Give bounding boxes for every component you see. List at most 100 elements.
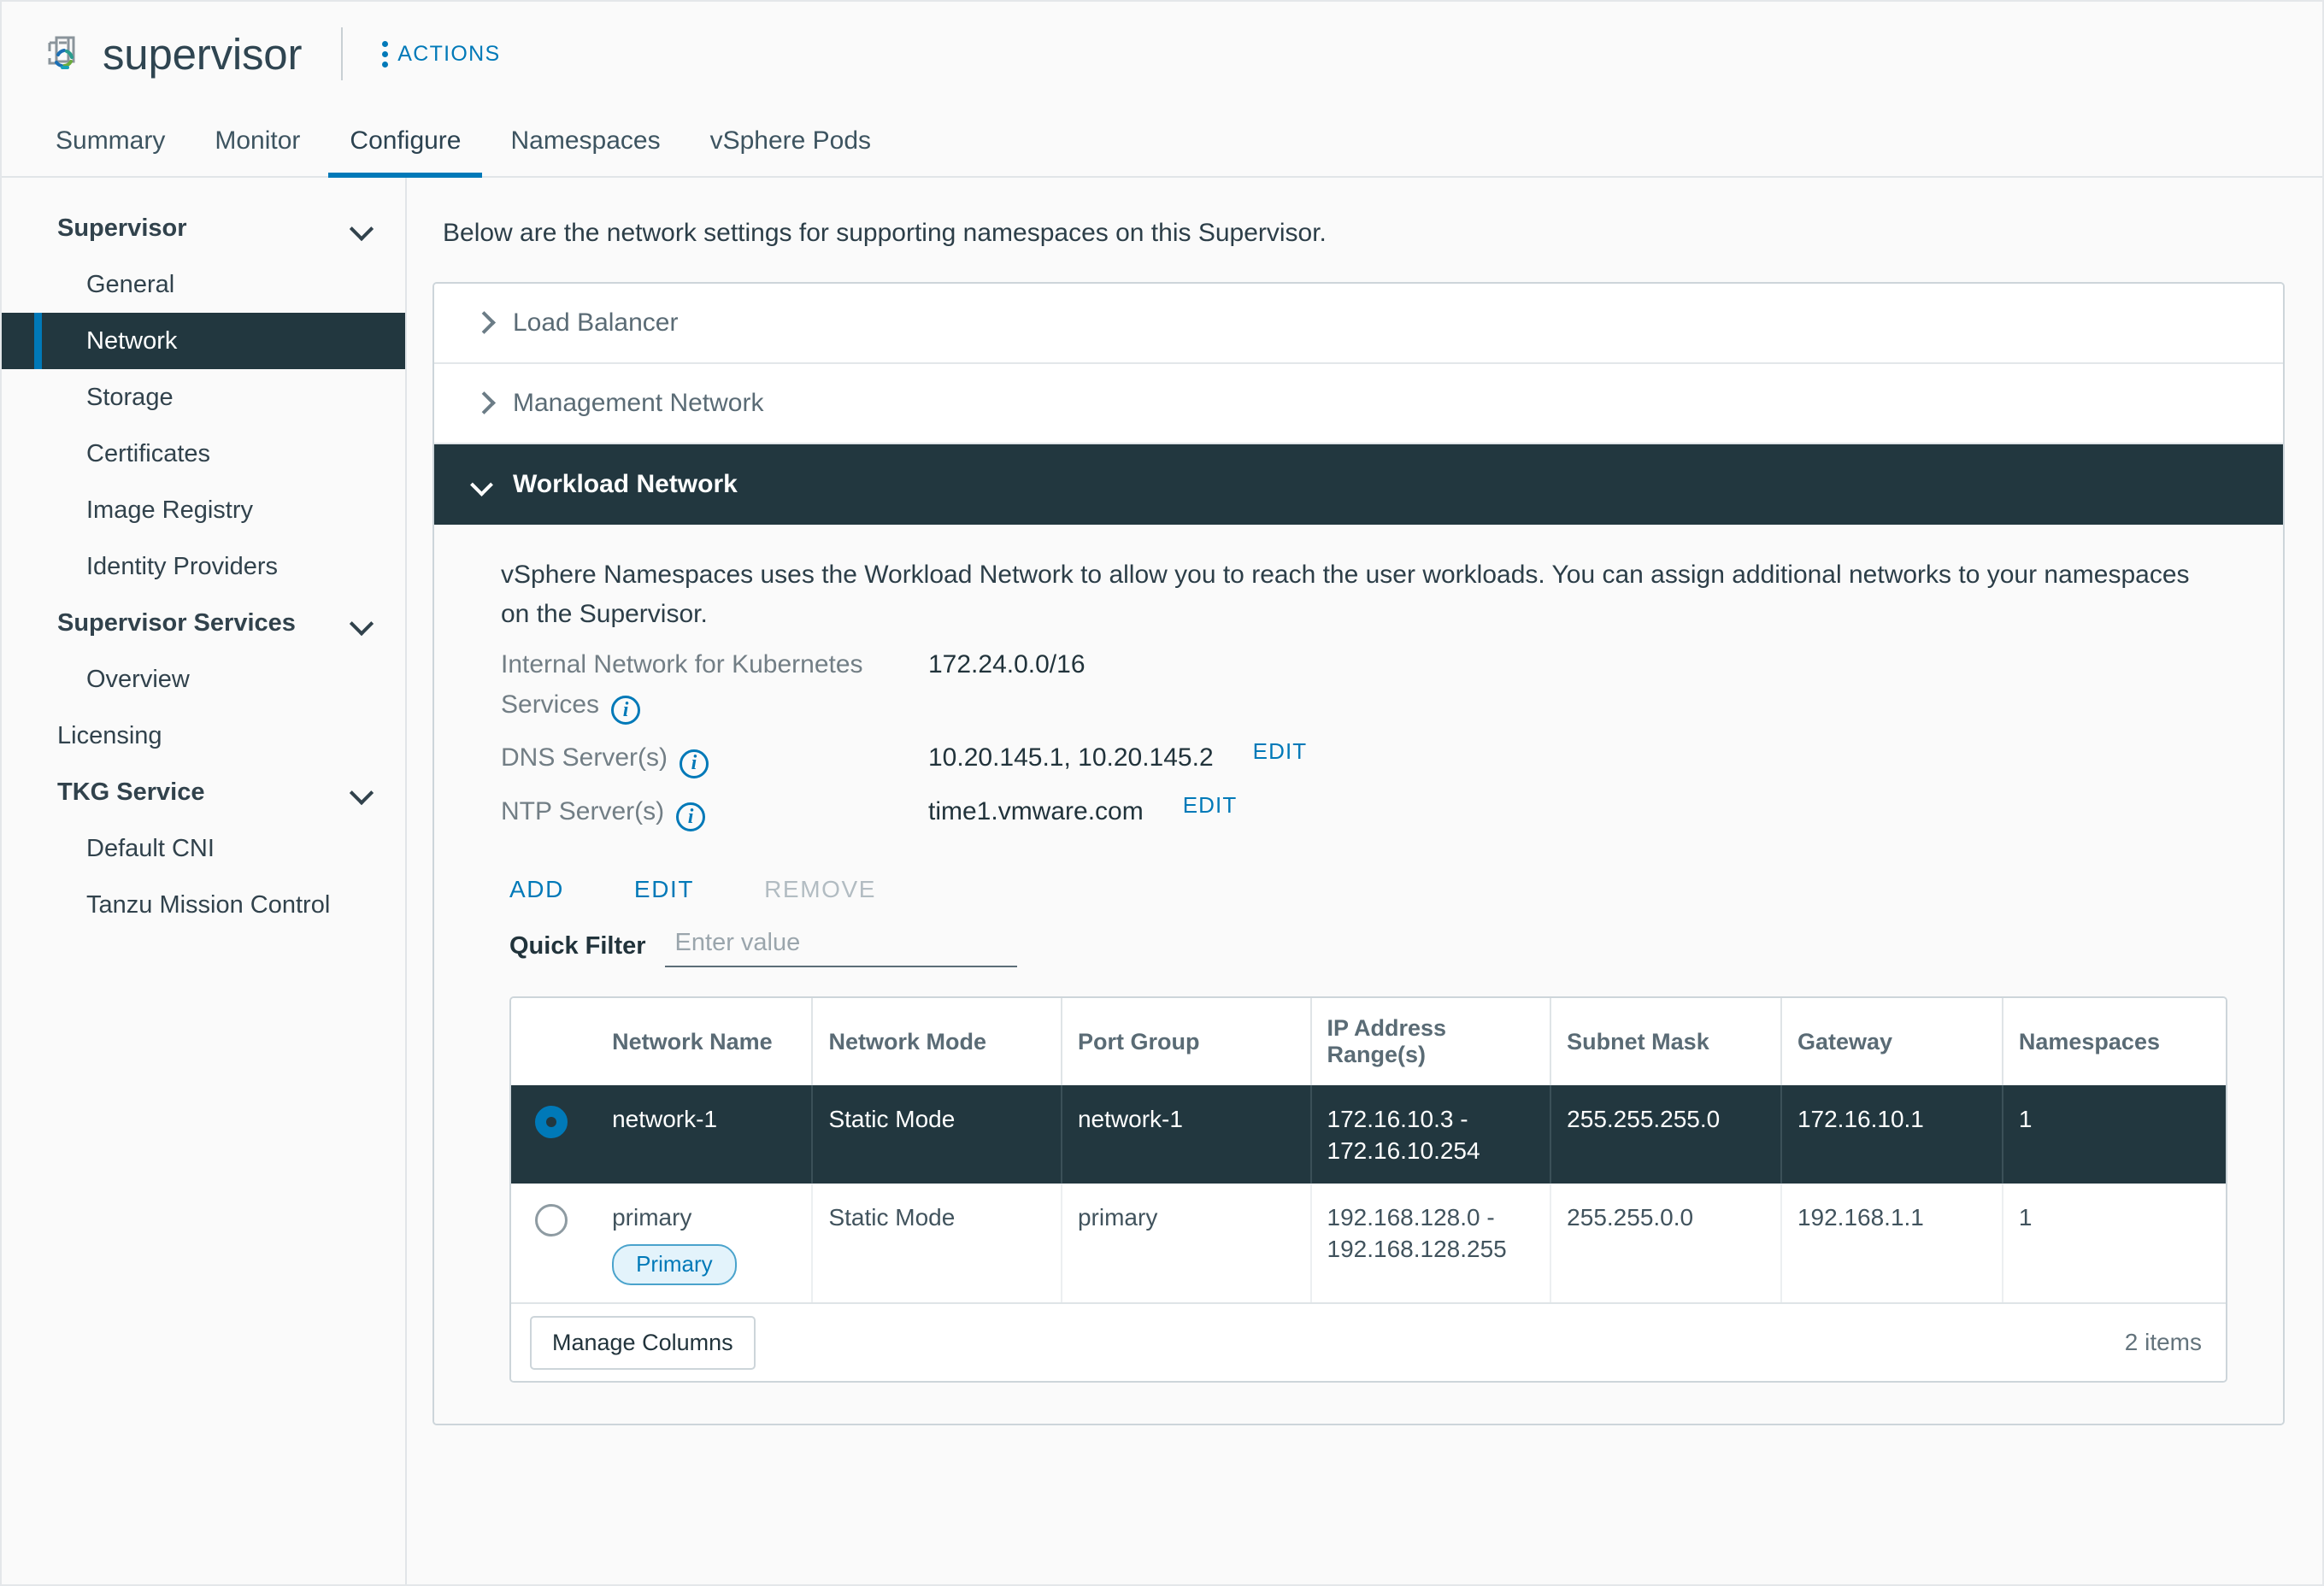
tab-vsphere-pods-label: vSphere Pods (709, 126, 872, 155)
accordion-workload-network-label: Workload Network (513, 470, 738, 498)
quick-filter-row: Quick Filter (509, 925, 2283, 968)
network-settings-panel: Load Balancer Management Network Workloa… (432, 282, 2285, 1426)
column-header-gateway[interactable]: Gateway (1780, 998, 2003, 1086)
sidebar-group-supervisor[interactable]: Supervisor (2, 200, 405, 256)
items-count: 2 items (2124, 1329, 2202, 1356)
edit-dns-servers-link[interactable]: EDIT (1253, 738, 1308, 765)
sidebar-item-general[interactable]: General (2, 256, 405, 313)
tab-namespaces[interactable]: Namespaces (485, 106, 685, 176)
table-header-row: Network Name Network Mode Port Group IP … (511, 998, 2226, 1086)
sidebar-item-certificates[interactable]: Certificates (2, 426, 405, 482)
accordion-load-balancer-label: Load Balancer (513, 308, 679, 337)
cell-namespaces: 1 (2002, 1184, 2226, 1303)
workload-networks-table: Network Name Network Mode Port Group IP … (509, 996, 2227, 1383)
intro-text: Below are the network settings for suppo… (443, 219, 1327, 247)
field-ntp-servers-label-text: NTP Server(s) (501, 796, 665, 825)
column-header-network-mode[interactable]: Network Mode (812, 998, 1062, 1086)
table-footer: Manage Columns 2 items (511, 1302, 2226, 1382)
cell-port-group: network-1 (1061, 1085, 1312, 1184)
cell-namespaces: 1 (2018, 1106, 2033, 1133)
chevron-right-icon (472, 392, 494, 414)
info-icon[interactable]: i (680, 749, 709, 778)
sidebar-item-general-label: General (86, 270, 175, 298)
column-header-ip-address-range[interactable]: IP Address Range(s) (1310, 998, 1552, 1086)
table-row[interactable]: primary Primary Static Mode primary 192.… (511, 1184, 2226, 1303)
kebab-menu-icon (380, 40, 389, 68)
sidebar-item-tanzu-mission-control[interactable]: Tanzu Mission Control (2, 877, 405, 933)
actions-button[interactable]: ACTIONS (380, 40, 500, 68)
info-icon[interactable]: i (676, 802, 706, 832)
accordion-management-network[interactable]: Management Network (434, 364, 2283, 444)
tab-monitor-label: Monitor (215, 126, 301, 155)
edit-button[interactable]: EDIT (634, 876, 694, 903)
tab-summary-label: Summary (56, 126, 166, 155)
tab-configure[interactable]: Configure (325, 106, 485, 178)
field-internal-network: Internal Network for Kubernetes Services… (501, 645, 2283, 725)
vsphere-client-window: supervisor ACTIONS Summary Monitor Confi… (0, 0, 2324, 1586)
sidebar-item-image-registry-label: Image Registry (86, 496, 254, 524)
cell-network-name: primary Primary (597, 1184, 814, 1303)
tab-namespaces-label: Namespaces (510, 126, 661, 155)
workload-networks-grid: Network Name Network Mode Port Group IP … (511, 998, 2226, 1303)
sidebar-item-image-registry[interactable]: Image Registry (2, 482, 405, 538)
sidebar-item-licensing-label: Licensing (57, 721, 162, 749)
table-toolbar: ADD EDIT REMOVE (509, 876, 2283, 903)
cell-network-mode: Static Mode (812, 1184, 1062, 1303)
sidebar-item-network-label: Network (86, 326, 178, 355)
column-header-port-group[interactable]: Port Group (1061, 998, 1312, 1086)
table-head: Network Name Network Mode Port Group IP … (511, 998, 2226, 1086)
select-column-header (511, 998, 597, 1086)
sidebar-item-network[interactable]: Network (2, 313, 405, 369)
tab-monitor[interactable]: Monitor (190, 106, 325, 176)
sidebar-group-tkg-service[interactable]: TKG Service (2, 764, 405, 820)
field-internal-network-value: 172.24.0.0/16 (928, 650, 1086, 679)
cell-ip-address-range: 172.16.10.3 - 172.16.10.254 (1310, 1085, 1552, 1184)
accordion-workload-network[interactable]: Workload Network (434, 444, 2283, 525)
column-header-namespaces[interactable]: Namespaces (2002, 998, 2226, 1086)
chevron-down-icon (350, 217, 373, 239)
sidebar-item-storage-label: Storage (86, 383, 174, 411)
sidebar-item-licensing[interactable]: Licensing (2, 708, 405, 764)
supervisor-cluster-icon (38, 31, 84, 77)
sidebar-item-default-cni-label: Default CNI (86, 834, 215, 862)
tab-vsphere-pods[interactable]: vSphere Pods (685, 106, 896, 176)
cell-gateway: 172.16.10.1 (1780, 1085, 2003, 1184)
edit-ntp-servers-link[interactable]: EDIT (1183, 792, 1238, 819)
cell-network-name-text: primary (612, 1204, 692, 1231)
manage-columns-button[interactable]: Manage Columns (530, 1315, 756, 1370)
chevron-down-icon (350, 781, 373, 803)
tab-bar: Summary Monitor Configure Namespaces vSp… (2, 106, 2322, 178)
field-dns-servers-label: DNS Server(s) i (501, 738, 928, 778)
settings-sidebar: Supervisor General Network Storage Certi… (2, 178, 407, 1584)
chevron-down-icon (350, 612, 373, 634)
accordion-load-balancer[interactable]: Load Balancer (434, 284, 2283, 364)
sidebar-item-identity-providers[interactable]: Identity Providers (2, 538, 405, 595)
row-radio-button[interactable] (535, 1106, 568, 1139)
page-header: supervisor ACTIONS (2, 2, 2322, 106)
main-content: Below are the network settings for suppo… (407, 178, 2322, 1584)
cell-ip-address-range: 192.168.128.0 - 192.168.128.255 (1310, 1184, 1552, 1303)
field-dns-servers-label-text: DNS Server(s) (501, 743, 668, 772)
table-row[interactable]: network-1 Static Mode network-1 172.16.1… (511, 1085, 2226, 1184)
sidebar-group-tkg-service-label: TKG Service (57, 778, 205, 806)
info-icon[interactable]: i (611, 696, 641, 725)
sidebar-item-overview[interactable]: Overview (2, 651, 405, 708)
header-divider (341, 27, 344, 80)
column-header-network-name[interactable]: Network Name (597, 998, 814, 1086)
quick-filter-label: Quick Filter (509, 932, 646, 960)
sidebar-item-certificates-label: Certificates (86, 439, 211, 467)
sidebar-group-supervisor-services[interactable]: Supervisor Services (2, 595, 405, 651)
sidebar-item-default-cni[interactable]: Default CNI (2, 820, 405, 877)
workload-network-description: vSphere Namespaces uses the Workload Net… (501, 561, 2190, 628)
sidebar-item-storage[interactable]: Storage (2, 369, 405, 426)
add-button[interactable]: ADD (509, 876, 564, 903)
cell-network-mode: Static Mode (812, 1085, 1062, 1184)
quick-filter-input[interactable] (664, 925, 1017, 968)
row-radio-button[interactable] (535, 1204, 568, 1237)
tab-summary[interactable]: Summary (31, 106, 190, 176)
field-dns-servers: DNS Server(s) i 10.20.145.1, 10.20.145.2 … (501, 738, 2283, 778)
column-header-subnet-mask[interactable]: Subnet Mask (1550, 998, 1782, 1086)
field-internal-network-label: Internal Network for Kubernetes Services… (501, 645, 928, 725)
table-body: network-1 Static Mode network-1 172.16.1… (511, 1085, 2226, 1303)
cell-network-name: network-1 (597, 1085, 814, 1184)
